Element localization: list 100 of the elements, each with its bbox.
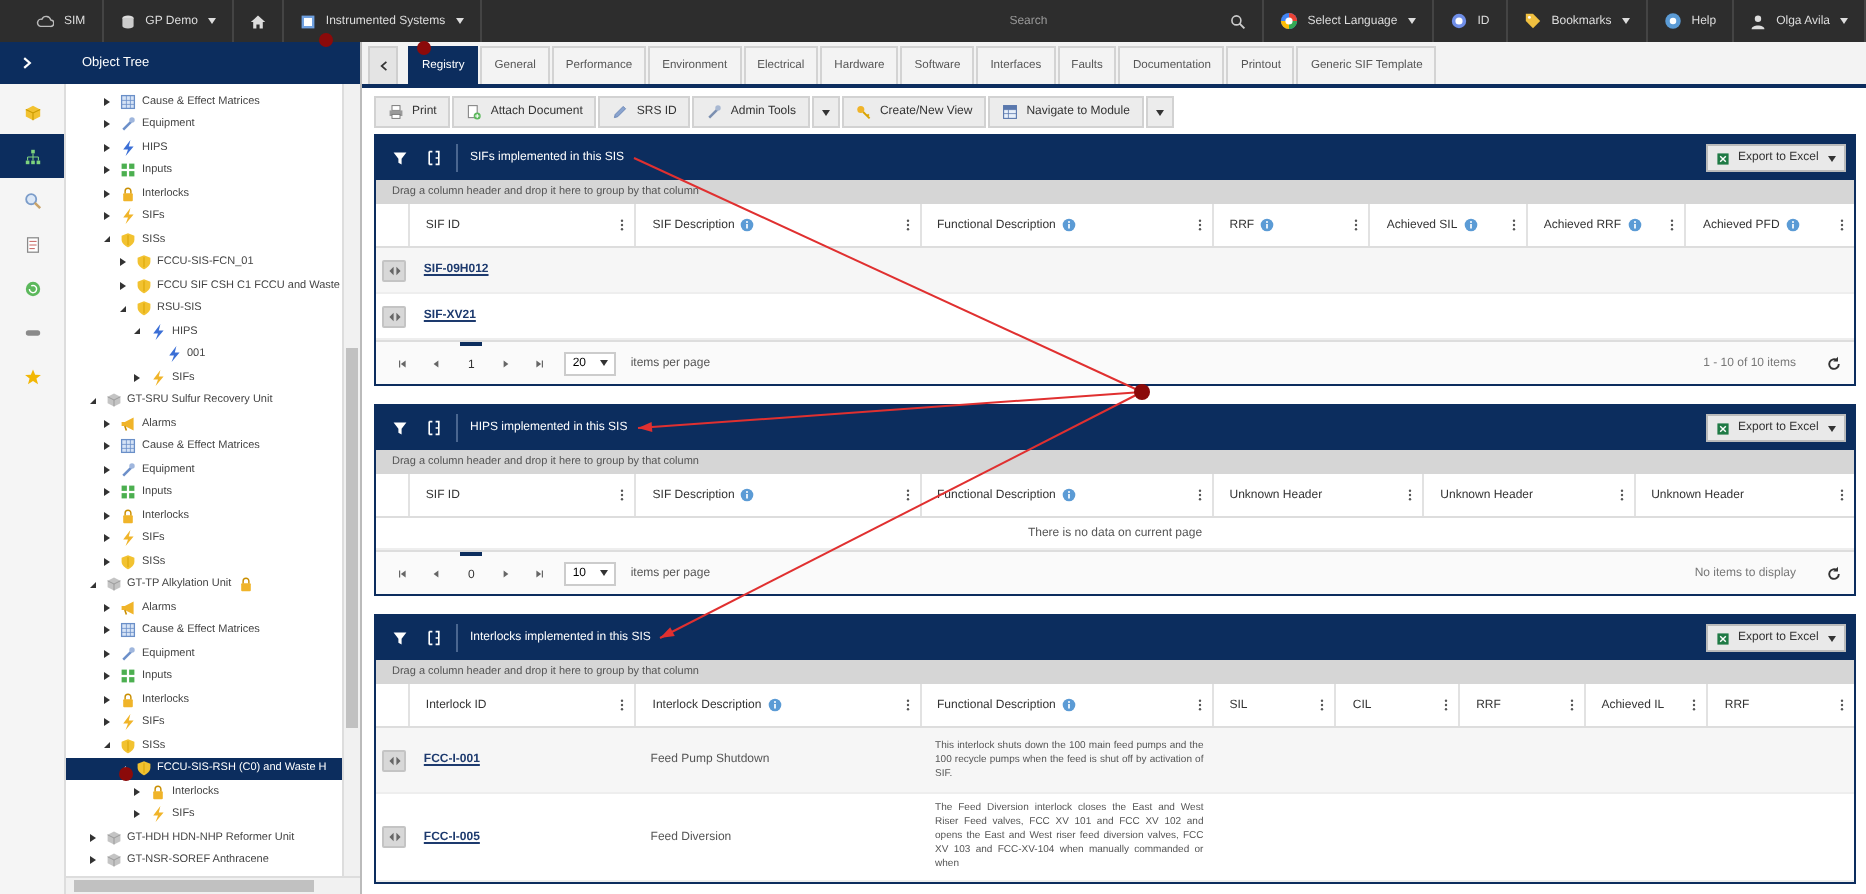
kebab-icon	[1404, 488, 1417, 502]
module-icon	[299, 13, 316, 29]
row-expand-button[interactable]	[382, 305, 406, 327]
document-icon	[23, 235, 41, 253]
caret-icon[interactable]	[104, 603, 110, 612]
caret-icon[interactable]	[104, 488, 110, 497]
caret-icon[interactable]	[104, 419, 110, 428]
caret-icon[interactable]	[134, 787, 140, 796]
caret-icon[interactable]	[104, 557, 110, 566]
shield-icon	[135, 254, 151, 271]
kebab-icon	[1836, 488, 1848, 502]
row-expand-button[interactable]	[382, 749, 406, 771]
caret-icon[interactable]	[119, 305, 125, 312]
lightning-icon	[120, 208, 136, 225]
pen-icon	[612, 104, 629, 120]
annotation-dot	[319, 33, 333, 47]
scrollbar-thumb[interactable]	[346, 348, 358, 728]
row-expand-button[interactable]	[382, 826, 406, 848]
row-expand-button[interactable]	[382, 259, 406, 281]
rail-button[interactable]	[0, 134, 64, 178]
caret-icon[interactable]	[104, 465, 110, 474]
caret-icon[interactable]	[104, 534, 110, 543]
squares-icon	[120, 668, 136, 685]
caret-icon[interactable]	[89, 397, 95, 404]
caret-icon[interactable]	[104, 236, 110, 243]
filter-icon	[392, 150, 408, 166]
kebab-icon	[901, 488, 914, 502]
caret-icon[interactable]	[104, 212, 110, 221]
scrollbar[interactable]	[342, 84, 360, 876]
kebab-icon	[901, 218, 914, 232]
caret-icon[interactable]	[104, 511, 110, 520]
megaphone-icon	[120, 599, 136, 616]
caret-icon[interactable]	[134, 328, 140, 335]
columns-button[interactable]	[422, 416, 446, 440]
previous-page-icon	[430, 357, 442, 369]
lock-icon	[120, 691, 136, 708]
kebab-icon	[1440, 698, 1453, 712]
shield-icon	[135, 300, 151, 317]
caret-icon	[1828, 155, 1836, 161]
kebab-icon	[1836, 698, 1848, 712]
kebab-icon	[1836, 218, 1848, 232]
columns-icon	[426, 420, 442, 436]
chevron-right-icon	[20, 56, 34, 70]
first-page-icon	[396, 357, 408, 369]
scrollbar[interactable]	[66, 876, 360, 894]
caret-icon[interactable]	[119, 258, 125, 267]
arrows-icon	[387, 753, 401, 767]
columns-button[interactable]	[422, 146, 446, 170]
caret-icon	[600, 570, 609, 576]
annotation-dot	[119, 767, 133, 781]
search-icon	[23, 191, 41, 209]
caret-icon[interactable]	[89, 581, 95, 588]
caret-icon	[1840, 18, 1848, 24]
collapse-button[interactable]	[368, 46, 398, 84]
caret-icon	[207, 18, 216, 24]
caret-icon[interactable]	[104, 742, 110, 749]
caret-icon[interactable]	[104, 120, 110, 129]
squares-icon	[120, 162, 136, 179]
scrollbar-thumb[interactable]	[74, 880, 314, 892]
caret-icon[interactable]	[104, 97, 110, 106]
columns-icon	[426, 150, 442, 166]
next-page-icon	[500, 567, 513, 579]
caret-icon	[821, 109, 830, 115]
dropdown-button[interactable]	[811, 96, 840, 128]
table-icon	[1002, 104, 1019, 120]
user-icon	[1750, 13, 1767, 29]
filter-button[interactable]	[388, 626, 412, 650]
caret-icon[interactable]	[134, 373, 140, 382]
caret-icon[interactable]	[104, 672, 110, 681]
refresh-icon	[1826, 355, 1842, 371]
lightning-icon	[150, 806, 166, 823]
caret-icon[interactable]	[104, 442, 110, 451]
caret-icon[interactable]	[104, 695, 110, 704]
annotation-dot	[417, 41, 431, 55]
filter-button[interactable]	[388, 146, 412, 170]
dropdown-button[interactable]	[1145, 96, 1174, 128]
megaphone-icon	[120, 415, 136, 432]
caret-icon[interactable]	[104, 649, 110, 658]
caret-icon[interactable]	[104, 189, 110, 198]
arrows-icon	[387, 263, 401, 277]
document-plus-icon	[466, 104, 483, 120]
caret-icon[interactable]	[134, 810, 140, 819]
columns-icon	[426, 630, 442, 646]
caret-icon[interactable]	[89, 856, 95, 865]
columns-button[interactable]	[422, 626, 446, 650]
caret-icon[interactable]	[104, 143, 110, 152]
caret-icon[interactable]	[104, 626, 110, 635]
kebab-icon	[1688, 698, 1701, 712]
caret-icon[interactable]	[104, 166, 110, 175]
kebab-icon	[901, 698, 914, 712]
key-icon	[855, 104, 872, 120]
caret-icon[interactable]	[104, 718, 110, 727]
filter-button[interactable]	[388, 416, 412, 440]
refresh-button[interactable]	[1822, 351, 1846, 375]
caret-icon[interactable]	[89, 833, 95, 842]
caret-icon[interactable]	[119, 281, 125, 290]
arrows-icon	[387, 309, 401, 323]
refresh-button[interactable]	[1822, 561, 1846, 585]
previous-page-icon	[430, 567, 442, 579]
cube-icon	[105, 576, 121, 593]
